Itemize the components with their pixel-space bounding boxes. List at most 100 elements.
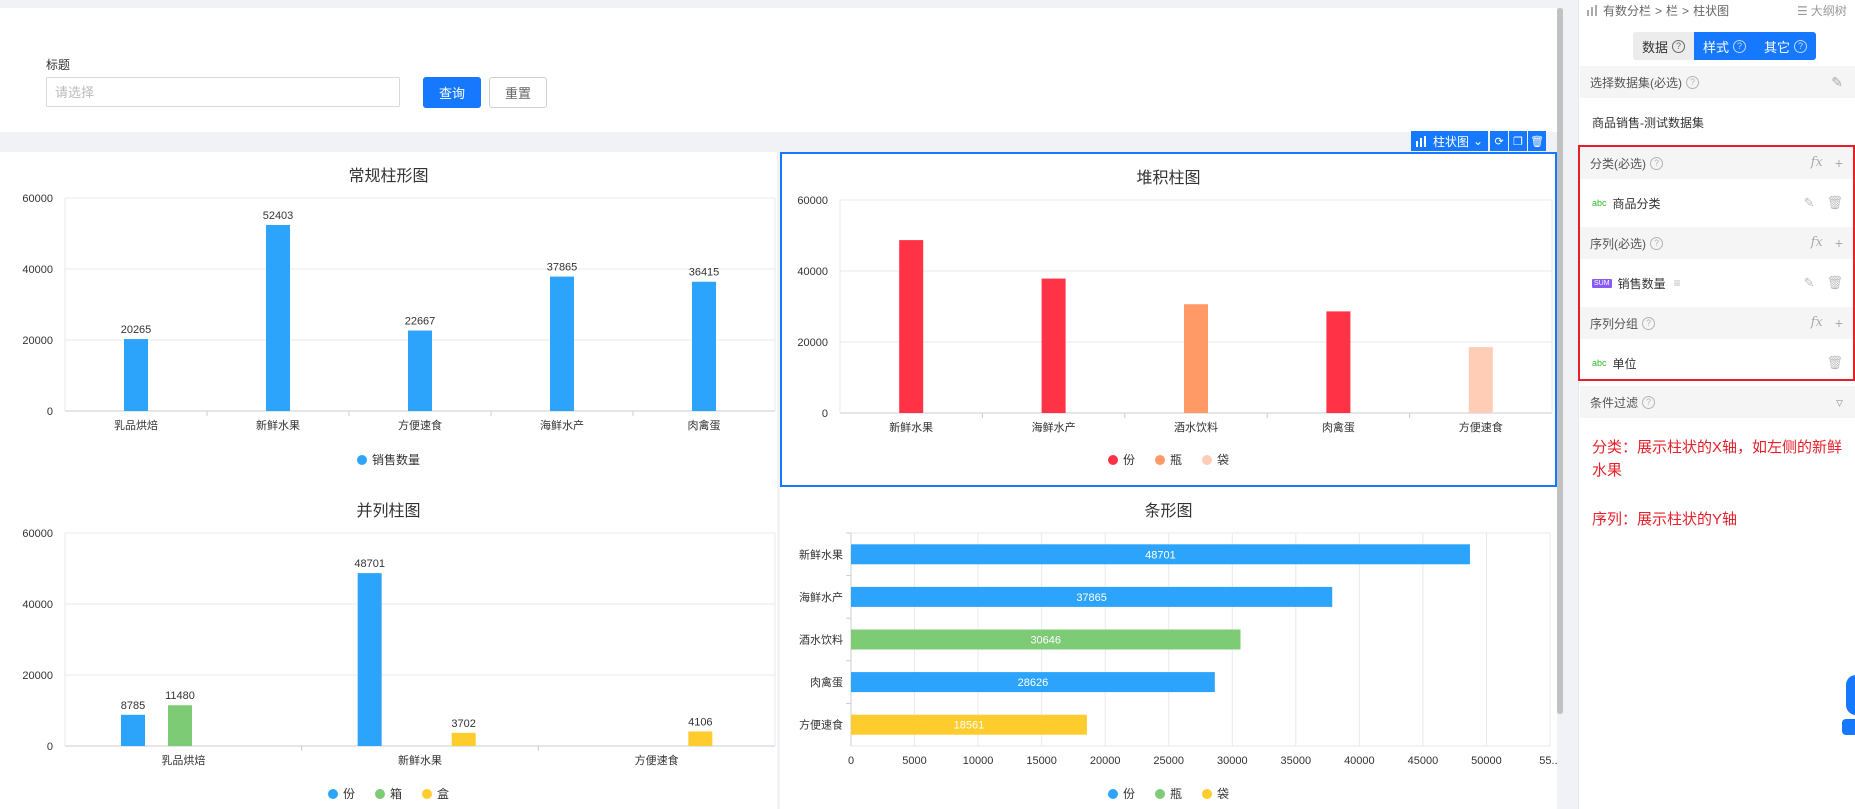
add-icon[interactable]: + (1835, 235, 1843, 251)
edit-icon[interactable]: ✎ (1804, 195, 1815, 211)
outline-tree-label: 大纲树 (1810, 4, 1847, 18)
series-section-header: 序列(必选)? fx + (1580, 227, 1855, 259)
legend-label: 份 (1122, 787, 1135, 801)
x-tick-label: 肉禽蛋 (688, 418, 721, 432)
floating-helper-button[interactable] (1846, 675, 1855, 715)
canvas-scrollbar[interactable] (1557, 8, 1563, 714)
delete-icon[interactable]: 🗑 (1826, 355, 1843, 371)
scrollbar-thumb[interactable] (1557, 8, 1563, 714)
legend-item[interactable]: 瓶 (1154, 451, 1182, 468)
tab-other[interactable]: 其它? (1755, 32, 1817, 60)
fx-icon[interactable]: fx (1811, 155, 1823, 171)
edit-icon[interactable]: ✎ (1804, 275, 1815, 291)
dashboard-canvas: 标题 查询 重置 柱状图 ⌄ ⟳ ❐ 🗑 常规柱形图 0200004000060… (0, 0, 1563, 809)
legend-label: 箱 (389, 787, 402, 801)
data-label: 20265 (121, 324, 152, 336)
chart-plot: 0 20000 40000 60000 乳品烘焙 新鲜水果 方便速食 8785 48701 114… (22, 528, 776, 767)
legend-item[interactable]: 袋 (1202, 785, 1229, 802)
legend-item[interactable]: 销售数量 (356, 451, 420, 468)
x-tick-label: 方便速食 (635, 753, 679, 767)
filter-card: 标题 查询 重置 (0, 8, 1557, 132)
bar (1468, 347, 1493, 413)
reset-button[interactable]: 重置 (489, 77, 547, 108)
series-field: 销售数量 (1617, 276, 1666, 291)
series-group-field-row[interactable]: abc 单位 🗑 (1580, 345, 1855, 381)
delete-icon[interactable]: 🗑 (1826, 275, 1843, 291)
refresh-icon[interactable]: ⟳ (1490, 131, 1509, 151)
y-tick-label: 20000 (797, 337, 828, 349)
dataset-value[interactable]: 商品销售-测试数据集 (1580, 104, 1855, 140)
data-label: 11480 (165, 690, 195, 702)
breadcrumb-item[interactable]: 柱状图 (1693, 2, 1729, 19)
legend-item[interactable]: 份 (327, 785, 355, 802)
chart-type-dropdown[interactable]: 柱状图 ⌄ (1411, 131, 1489, 151)
tab-style[interactable]: 样式? (1694, 32, 1756, 60)
legend-swatch (374, 789, 385, 799)
bar (1041, 278, 1066, 413)
fx-icon[interactable]: fx (1811, 315, 1823, 331)
y-tick-label: 新鲜水果 (799, 547, 843, 561)
bar (550, 276, 574, 411)
sort-icon[interactable]: ≡ (1674, 276, 1681, 290)
x-tick-label: 20000 (1090, 755, 1121, 767)
breadcrumb-item[interactable]: 有数分栏 (1603, 2, 1651, 19)
data-label: 22667 (405, 316, 436, 328)
bar (266, 224, 290, 411)
y-tick-label: 40000 (22, 599, 53, 611)
fx-icon[interactable]: fx (1811, 235, 1823, 251)
add-icon[interactable]: + (1835, 155, 1843, 171)
filter-label: 条件过滤 (1590, 395, 1639, 410)
config-panel: 有数分栏 > 栏 > 柱状图 ☰ 大纲树 数据? 样式? 其它? 选择数据集(必… (1578, 0, 1855, 809)
copy-icon[interactable]: ❐ (1509, 131, 1528, 151)
y-tick-label: 60000 (22, 528, 53, 540)
annotation-series-note: 序列：展示柱状的Y轴 (1592, 511, 1738, 528)
tab-label: 数据 (1642, 39, 1669, 55)
legend-item[interactable]: 份 (1107, 785, 1135, 802)
data-label: 37865 (1076, 592, 1107, 604)
legend-swatch (1154, 789, 1165, 799)
chart-legend: 份瓶袋 (782, 451, 1555, 468)
legend-label: 瓶 (1169, 453, 1182, 467)
x-tick-label: 新鲜水果 (398, 753, 442, 767)
breadcrumb-item[interactable]: 栏 (1666, 2, 1678, 19)
title-filter-label: 标题 (46, 58, 71, 72)
data-label: 52403 (263, 210, 294, 222)
data-label: 3702 (451, 718, 475, 730)
legend-item[interactable]: 箱 (374, 785, 402, 802)
legend-swatch (356, 455, 367, 465)
chart-regular-bar[interactable]: 常规柱形图 0 20000 40000 60000 乳品烘焙 新鲜水果 方便速食 海鲜水产 肉禽… (0, 152, 777, 487)
data-label: 28626 (1018, 677, 1049, 689)
add-icon[interactable]: + (1835, 315, 1843, 331)
legend-item[interactable]: 盒 (422, 785, 449, 802)
category-field-row[interactable]: abc 商品分类 ✎ 🗑 (1580, 185, 1855, 221)
chart-grouped-bar[interactable]: 并列柱图 0 20000 40000 60000 乳品烘焙 新鲜水果 方便速食 8785 487… (0, 487, 777, 809)
bar (692, 281, 716, 411)
bar (124, 339, 148, 411)
delete-icon[interactable]: 🗑 (1826, 195, 1843, 211)
legend-item[interactable]: 瓶 (1154, 785, 1182, 802)
delete-icon[interactable]: 🗑 (1528, 131, 1547, 151)
outline-tree-toggle[interactable]: ☰ 大纲树 (1797, 2, 1847, 19)
edit-icon[interactable]: ✎ (1831, 74, 1843, 91)
chart-plot: 0 20000 40000 60000 新鲜水果 海鲜水产 酒水饮料 肉禽蛋 方便速食 (797, 195, 1553, 434)
floating-badge[interactable] (1842, 719, 1855, 735)
x-tick-label: 55... (1539, 755, 1557, 767)
chart-type-label: 柱状图 (1433, 134, 1470, 149)
legend-item[interactable]: 袋 (1202, 451, 1229, 468)
bar (688, 731, 713, 746)
chart-stacked-bar[interactable]: 堆积柱图 0 20000 40000 60000 新鲜水果 海鲜水产 酒水饮料 肉禽蛋 方便速食… (780, 152, 1557, 487)
y-tick-label: 0 (822, 408, 828, 420)
x-tick-label: 方便速食 (398, 418, 442, 432)
query-button[interactable]: 查询 (423, 77, 481, 108)
panel-tabs: 数据? 样式? 其它? (1633, 32, 1817, 60)
series-group-field: 单位 (1612, 356, 1637, 371)
legend-item[interactable]: 份 (1107, 451, 1135, 468)
tab-data[interactable]: 数据? (1633, 32, 1695, 60)
title-filter-select[interactable] (46, 77, 400, 107)
chevron-down-icon: ⌄ (1473, 134, 1484, 148)
filter-icon[interactable]: ▿ (1836, 394, 1843, 411)
data-label: 37865 (547, 262, 578, 274)
bar-chart-icon (1587, 5, 1597, 16)
chart-horizontal-bar[interactable]: 条形图 0 5000 10000 15000 20000 25000 30000 35000 4… (780, 487, 1557, 809)
series-field-row[interactable]: SUM 销售数量 ≡ ✎ 🗑 (1580, 265, 1855, 301)
